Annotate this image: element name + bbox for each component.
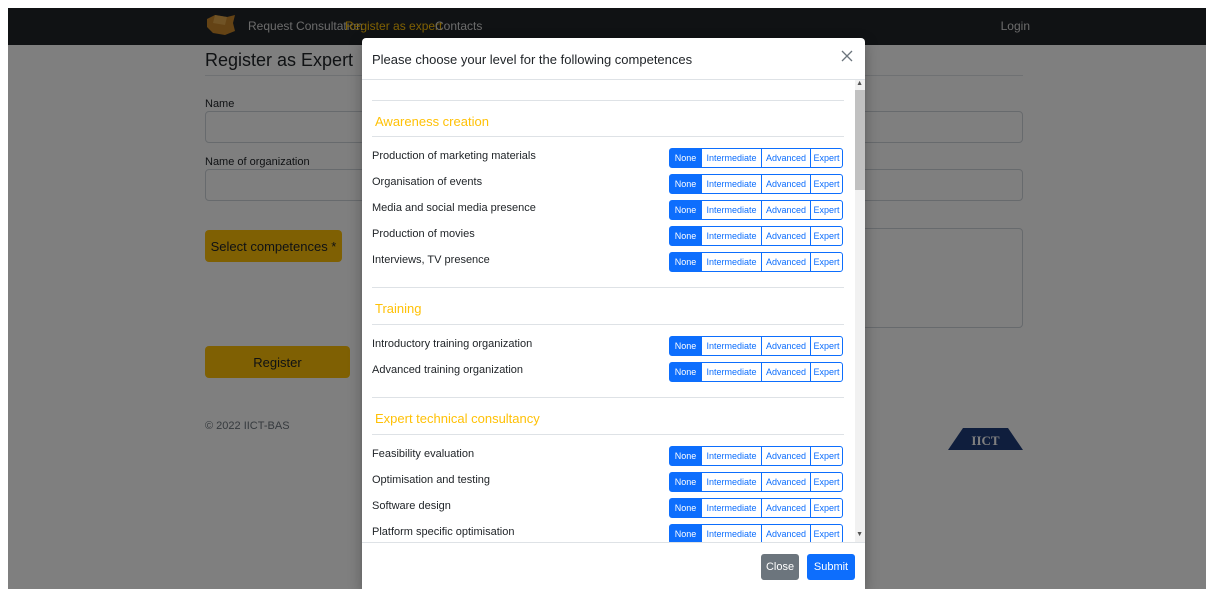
level-expert-button[interactable]: Expert (810, 472, 843, 492)
level-advanced-button[interactable]: Advanced (761, 498, 811, 518)
level-button-group: None Intermediate Advanced Expert (669, 472, 843, 492)
level-none-button[interactable]: None (669, 174, 702, 194)
level-intermediate-button[interactable]: Intermediate (701, 498, 762, 518)
level-expert-button[interactable]: Expert (810, 336, 843, 356)
level-none-button[interactable]: None (669, 148, 702, 168)
competence-label: Advanced training organization (372, 364, 524, 376)
competence-label: Software design (372, 500, 451, 512)
competence-label: Production of movies (372, 228, 475, 240)
level-advanced-button[interactable]: Advanced (761, 252, 811, 272)
competence-label: Feasibility evaluation (372, 448, 475, 460)
competence-row: Advanced training organization None Inte… (372, 362, 844, 382)
level-none-button[interactable]: None (669, 362, 702, 382)
level-expert-button[interactable]: Expert (810, 362, 843, 382)
level-intermediate-button[interactable]: Intermediate (701, 226, 762, 246)
level-advanced-button[interactable]: Advanced (761, 362, 811, 382)
level-button-group: None Intermediate Advanced Expert (669, 226, 843, 246)
modal-title: Please choose your level for the followi… (372, 52, 693, 67)
level-none-button[interactable]: None (669, 336, 702, 356)
level-advanced-button[interactable]: Advanced (761, 336, 811, 356)
competence-row: Organisation of events None Intermediate… (372, 174, 844, 194)
competence-row: Production of marketing materials None I… (372, 148, 844, 168)
section-divider (372, 136, 844, 137)
competences-modal: Please choose your level for the followi… (362, 38, 865, 589)
level-button-group: None Intermediate Advanced Expert (669, 446, 843, 466)
level-expert-button[interactable]: Expert (810, 524, 843, 542)
competence-label: Optimisation and testing (372, 474, 491, 486)
level-intermediate-button[interactable]: Intermediate (701, 148, 762, 168)
level-intermediate-button[interactable]: Intermediate (701, 336, 762, 356)
level-button-group: None Intermediate Advanced Expert (669, 148, 843, 168)
section-divider (372, 100, 844, 101)
competence-row: Media and social media presence None Int… (372, 200, 844, 220)
level-advanced-button[interactable]: Advanced (761, 446, 811, 466)
competence-label: Interviews, TV presence (372, 254, 490, 266)
close-icon[interactable] (839, 48, 855, 64)
competence-row: Platform specific optimisation None Inte… (372, 524, 844, 542)
competence-label: Organisation of events (372, 176, 483, 188)
level-expert-button[interactable]: Expert (810, 446, 843, 466)
competence-row: Production of movies None Intermediate A… (372, 226, 844, 246)
scrollbar-thumb[interactable] (855, 90, 865, 190)
level-expert-button[interactable]: Expert (810, 226, 843, 246)
level-intermediate-button[interactable]: Intermediate (701, 446, 762, 466)
competence-label: Platform specific optimisation (372, 526, 515, 538)
level-expert-button[interactable]: Expert (810, 148, 843, 168)
submit-button[interactable]: Submit (807, 554, 855, 580)
competence-row: Introductory training organization None … (372, 336, 844, 356)
level-advanced-button[interactable]: Advanced (761, 148, 811, 168)
level-none-button[interactable]: None (669, 524, 702, 542)
level-button-group: None Intermediate Advanced Expert (669, 252, 843, 272)
scroll-up-arrow-icon[interactable]: ▲ (856, 80, 863, 87)
level-none-button[interactable]: None (669, 200, 702, 220)
competence-row: Interviews, TV presence None Intermediat… (372, 252, 844, 272)
level-intermediate-button[interactable]: Intermediate (701, 252, 762, 272)
close-button[interactable]: Close (761, 554, 799, 580)
level-advanced-button[interactable]: Advanced (761, 226, 811, 246)
level-button-group: None Intermediate Advanced Expert (669, 524, 843, 542)
level-button-group: None Intermediate Advanced Expert (669, 200, 843, 220)
level-expert-button[interactable]: Expert (810, 498, 843, 518)
section-divider (372, 397, 844, 398)
competence-label: Production of marketing materials (372, 150, 536, 162)
level-button-group: None Intermediate Advanced Expert (669, 174, 843, 194)
section-divider (372, 324, 844, 325)
modal-header: Please choose your level for the followi… (362, 38, 865, 80)
competence-label: Introductory training organization (372, 338, 533, 350)
modal-footer: Close Submit (362, 542, 865, 589)
competence-row: Optimisation and testing None Intermedia… (372, 472, 844, 492)
section-title-expert-consultancy: Expert technical consultancy (375, 411, 540, 426)
level-advanced-button[interactable]: Advanced (761, 174, 811, 194)
section-title-training: Training (375, 301, 422, 316)
level-none-button[interactable]: None (669, 252, 702, 272)
section-divider (372, 287, 844, 288)
competence-row: Software design None Intermediate Advanc… (372, 498, 844, 518)
level-none-button[interactable]: None (669, 472, 702, 492)
level-none-button[interactable]: None (669, 498, 702, 518)
scroll-down-arrow-icon[interactable]: ▼ (856, 531, 863, 538)
level-expert-button[interactable]: Expert (810, 200, 843, 220)
level-none-button[interactable]: None (669, 226, 702, 246)
level-button-group: None Intermediate Advanced Expert (669, 336, 843, 356)
level-intermediate-button[interactable]: Intermediate (701, 362, 762, 382)
competence-label: Media and social media presence (372, 202, 536, 214)
level-intermediate-button[interactable]: Intermediate (701, 174, 762, 194)
level-intermediate-button[interactable]: Intermediate (701, 524, 762, 542)
level-intermediate-button[interactable]: Intermediate (701, 472, 762, 492)
level-intermediate-button[interactable]: Intermediate (701, 200, 762, 220)
level-advanced-button[interactable]: Advanced (761, 524, 811, 542)
level-expert-button[interactable]: Expert (810, 252, 843, 272)
level-expert-button[interactable]: Expert (810, 174, 843, 194)
level-advanced-button[interactable]: Advanced (761, 200, 811, 220)
section-divider (372, 434, 844, 435)
level-advanced-button[interactable]: Advanced (761, 472, 811, 492)
competence-row: Feasibility evaluation None Intermediate… (372, 446, 844, 466)
section-title-awareness: Awareness creation (375, 114, 489, 129)
level-none-button[interactable]: None (669, 446, 702, 466)
level-button-group: None Intermediate Advanced Expert (669, 498, 843, 518)
level-button-group: None Intermediate Advanced Expert (669, 362, 843, 382)
modal-body[interactable]: Awareness creation Production of marketi… (362, 80, 865, 542)
